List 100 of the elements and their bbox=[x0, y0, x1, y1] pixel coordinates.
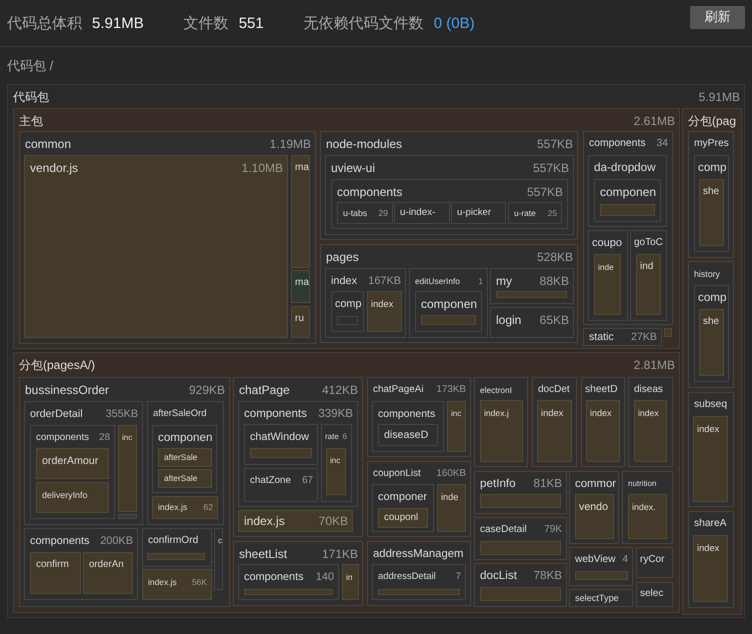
file-block[interactable] bbox=[118, 514, 137, 519]
file-block[interactable] bbox=[378, 589, 460, 595]
folder-block[interactable]: componen bbox=[594, 179, 661, 222]
folder-block[interactable]: components diseaseD bbox=[372, 401, 444, 452]
file-block[interactable]: inc bbox=[326, 448, 346, 495]
file-block[interactable]: afterSale bbox=[158, 469, 212, 488]
folder-block[interactable]: addressDetail 7 bbox=[372, 564, 466, 600]
folder-block[interactable]: orderDetail 355KB components 28 orderAmour deliveryInfo inc bbox=[24, 401, 143, 525]
folder-block[interactable]: u-rate 25 bbox=[508, 202, 562, 224]
file-block[interactable]: index bbox=[634, 400, 667, 462]
file-block[interactable]: orderAn bbox=[83, 552, 133, 594]
folder-block[interactable]: u-index- bbox=[394, 202, 450, 224]
folder-block[interactable]: componer couponl bbox=[372, 484, 434, 532]
file-block[interactable] bbox=[147, 553, 205, 560]
file-block[interactable]: ma bbox=[291, 155, 310, 268]
refresh-button[interactable]: 刷新 bbox=[690, 6, 745, 28]
file-block[interactable]: ma bbox=[291, 270, 310, 303]
folder-block[interactable]: c bbox=[214, 528, 223, 590]
folder-block[interactable]: components 200KB confirm orderAn bbox=[24, 528, 138, 600]
file-block[interactable]: index.js 70KB bbox=[238, 510, 353, 532]
file-block[interactable]: in bbox=[342, 564, 359, 600]
folder-block[interactable]: webView 4 bbox=[569, 547, 633, 586]
file-block[interactable]: deliveryInfo bbox=[36, 482, 109, 513]
folder-block[interactable]: bussinessOrder 929KB orderDetail 355KB components 28 orderAmour deliveryInfo inc afterSaleOrd componen afterSale afterSale index.js 62 components 200KB confirm orderAn confirmOrd index.js 56K c bbox=[19, 377, 230, 607]
package-block[interactable]: 分包(pag myPres comp she history comp she subseq index shareA index bbox=[682, 108, 742, 615]
file-block[interactable] bbox=[480, 541, 561, 555]
folder-block[interactable]: afterSaleOrd componen afterSale afterSale index.js 62 bbox=[147, 401, 224, 525]
folder-block[interactable]: petInfo 81KB bbox=[474, 471, 567, 514]
folder-block[interactable]: electronI index.j bbox=[474, 377, 528, 467]
folder-block[interactable]: uview-ui 557KB components 557KB u-tabs 29 u-index- u-picker u-rate 25 bbox=[325, 155, 574, 235]
file-block[interactable]: inc bbox=[118, 425, 137, 512]
file-block[interactable]: ru bbox=[291, 306, 310, 338]
folder-block[interactable]: chatPageAi 173KB components diseaseD inc bbox=[367, 377, 471, 457]
folder-block[interactable]: comp bbox=[331, 291, 364, 332]
file-block[interactable]: vendo bbox=[575, 494, 614, 539]
folder-block[interactable]: chatPage 412KB components 339KB chatWindow chatZone 67 rate 6 inc index.js 70KB bbox=[233, 377, 363, 537]
folder-block[interactable]: confirmOrd bbox=[142, 528, 212, 567]
file-block[interactable] bbox=[421, 315, 476, 325]
file-block[interactable]: she bbox=[699, 179, 724, 246]
file-block[interactable] bbox=[600, 204, 655, 216]
file-block[interactable]: index. bbox=[628, 494, 667, 539]
folder-block[interactable]: rate 6 inc bbox=[321, 424, 352, 502]
file-block[interactable]: index.js 56K bbox=[142, 569, 212, 600]
folder-block[interactable]: comp she bbox=[694, 155, 729, 252]
folder-block[interactable]: myPres comp she bbox=[688, 131, 734, 258]
folder-block[interactable]: componen bbox=[415, 291, 482, 332]
folder-block[interactable]: editUserInfo 1 componen bbox=[409, 268, 488, 338]
file-block[interactable] bbox=[664, 328, 672, 337]
file-block[interactable]: couponl bbox=[378, 508, 428, 528]
file-block[interactable] bbox=[575, 571, 628, 580]
folder-block[interactable]: componen afterSale afterSale bbox=[152, 425, 217, 493]
folder-block[interactable]: u-tabs 29 bbox=[337, 202, 393, 224]
file-block[interactable]: index.js 62 bbox=[152, 496, 218, 519]
file-block[interactable]: inde bbox=[594, 254, 621, 315]
file-block[interactable]: vendor.js 1.10MB bbox=[24, 155, 288, 338]
folder-block[interactable]: nutrition index. bbox=[622, 471, 673, 544]
folder-block[interactable]: selec bbox=[636, 582, 673, 607]
folder-block[interactable]: login 65KB bbox=[490, 307, 574, 338]
folder-block[interactable]: u-picker bbox=[451, 202, 506, 224]
file-block[interactable]: inde bbox=[437, 484, 466, 532]
file-block[interactable]: ind bbox=[636, 254, 661, 315]
file-block[interactable] bbox=[480, 587, 561, 601]
folder-block[interactable]: docList 78KB bbox=[474, 563, 567, 607]
folder-block[interactable]: components 339KB chatWindow chatZone 67 rate 6 inc bbox=[238, 401, 358, 507]
file-block[interactable]: she bbox=[699, 309, 724, 376]
file-block[interactable]: afterSale bbox=[158, 448, 212, 467]
folder-block[interactable]: commor vendo bbox=[569, 471, 619, 544]
folder-block[interactable]: node-modules 557KB uview-ui 557KB components 557KB u-tabs 29 u-index- u-picker u-rate 25 bbox=[320, 131, 578, 240]
file-block[interactable]: index bbox=[586, 400, 620, 462]
folder-block[interactable]: caseDetail 79K bbox=[474, 517, 567, 560]
folder-block[interactable]: addressManagem addressDetail 7 bbox=[367, 541, 471, 606]
file-block[interactable]: index bbox=[537, 400, 572, 462]
file-block[interactable] bbox=[496, 291, 567, 298]
folder-block[interactable]: my 88KB bbox=[490, 268, 574, 304]
file-block[interactable]: index.j bbox=[480, 400, 523, 462]
package-block[interactable] bbox=[13, 352, 680, 613]
folder-block[interactable]: chatWindow bbox=[244, 424, 318, 465]
folder-block[interactable]: subseq index bbox=[688, 392, 734, 507]
folder-block[interactable]: index 167KB comp index bbox=[325, 268, 406, 338]
folder-block[interactable]: ryCor bbox=[636, 547, 673, 578]
file-block[interactable]: index bbox=[693, 535, 728, 602]
treemap-panel[interactable] bbox=[7, 84, 745, 618]
folder-block[interactable]: components 34 da-dropdow componen coupo inde goToC ind bbox=[583, 131, 673, 325]
folder-block[interactable]: comp she bbox=[694, 285, 729, 382]
file-block[interactable]: orderAmour bbox=[36, 448, 109, 479]
folder-block[interactable]: components 140 bbox=[238, 564, 339, 600]
folder-block[interactable]: common 1.19MB vendor.js 1.10MB ma ma ru bbox=[19, 131, 316, 344]
folder-block[interactable]: components 28 orderAmour deliveryInfo bbox=[30, 425, 115, 519]
file-block[interactable] bbox=[250, 448, 312, 458]
folder-block[interactable]: diseaseD bbox=[378, 424, 438, 446]
file-block[interactable] bbox=[480, 494, 561, 508]
folder-block[interactable]: sheetD index bbox=[581, 377, 625, 467]
folder-block[interactable]: selectType bbox=[569, 589, 633, 607]
package-block[interactable] bbox=[13, 108, 680, 349]
folder-block[interactable]: pages 528KB index 167KB comp index editUserInfo 1 componen my 88KB login 65KB bbox=[320, 244, 578, 343]
folder-block[interactable]: couponList 160KB componer couponl inde bbox=[367, 461, 471, 537]
folder-block[interactable]: shareA index bbox=[688, 511, 734, 608]
file-block[interactable]: inc bbox=[447, 401, 466, 452]
folder-block[interactable]: history comp she bbox=[688, 261, 734, 388]
folder-block[interactable]: components 557KB u-tabs 29 u-index- u-picker u-rate 25 bbox=[331, 179, 568, 229]
